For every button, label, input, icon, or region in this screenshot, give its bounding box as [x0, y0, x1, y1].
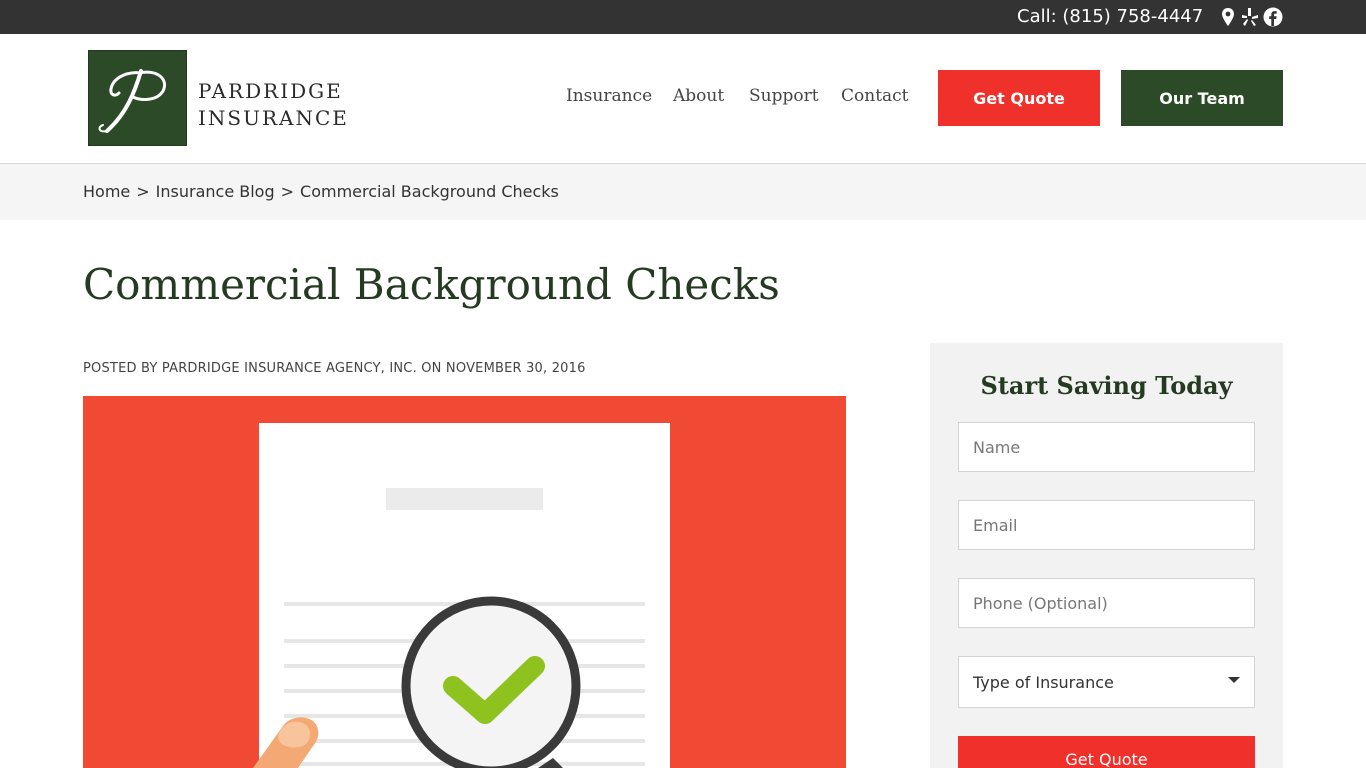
nav-contact[interactable]: Contact: [841, 86, 909, 106]
breadcrumb-bar: Home > Insurance Blog > Commercial Backg…: [0, 164, 1366, 220]
breadcrumb: Home > Insurance Blog > Commercial Backg…: [83, 182, 559, 201]
our-team-button[interactable]: Our Team: [1121, 70, 1283, 126]
sidebar-heading: Start Saving Today: [980, 371, 1233, 400]
breadcrumb-separator: >: [136, 182, 150, 201]
top-bar: Call: (815) 758-4447: [0, 0, 1366, 34]
logo-line-2: INSURANCE: [198, 106, 349, 130]
name-field[interactable]: Name: [958, 422, 1255, 472]
phone-link[interactable]: Call: (815) 758-4447: [1017, 6, 1203, 28]
nav-about[interactable]: About: [673, 86, 724, 106]
article-hero-image: [83, 396, 846, 768]
logo-wordmark[interactable]: PARDRIDGE INSURANCE: [198, 78, 349, 132]
sidebar-get-quote-button[interactable]: Get Quote: [958, 736, 1255, 768]
nav-support[interactable]: Support: [749, 86, 819, 106]
breadcrumb-separator: >: [280, 182, 295, 201]
post-meta: POSTED BY PARDRIDGE INSURANCE AGENCY, IN…: [83, 361, 586, 376]
page-title: Commercial Background Checks: [83, 260, 780, 309]
breadcrumb-home[interactable]: Home: [83, 182, 130, 201]
quote-sidebar: Start Saving Today Name Email Phone (Opt…: [930, 343, 1283, 768]
insurance-type-select[interactable]: Type of Insurance: [958, 656, 1255, 708]
site-header: PARDRIDGE INSURANCE Insurance About Supp…: [0, 34, 1366, 164]
yelp-icon[interactable]: [1241, 7, 1261, 27]
logo-line-1: PARDRIDGE: [198, 79, 343, 103]
facebook-icon[interactable]: [1263, 7, 1283, 27]
breadcrumb-current: Commercial Background Checks: [300, 182, 559, 201]
breadcrumb-blog[interactable]: Insurance Blog: [156, 182, 275, 201]
insurance-type-value: Type of Insurance: [973, 672, 1114, 692]
map-pin-icon[interactable]: [1219, 7, 1239, 27]
get-quote-button[interactable]: Get Quote: [938, 70, 1100, 126]
phone-field[interactable]: Phone (Optional): [958, 578, 1255, 628]
logo-mark[interactable]: [88, 50, 187, 146]
email-field[interactable]: Email: [958, 500, 1255, 550]
nav-insurance[interactable]: Insurance: [566, 86, 652, 106]
chevron-down-icon: [1228, 677, 1240, 683]
